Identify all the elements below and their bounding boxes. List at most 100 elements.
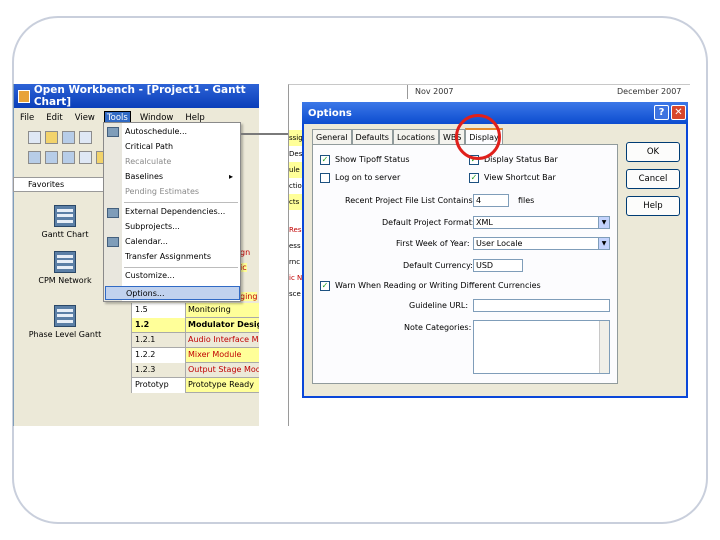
phase-gantt-icon	[54, 305, 76, 327]
tab-locations[interactable]: Locations	[392, 129, 439, 145]
task-id: 1.2	[132, 318, 186, 333]
table-row[interactable]: 1.2Modulator Design	[116, 318, 259, 333]
ok-button[interactable]: OK	[626, 142, 680, 162]
indent-icon[interactable]	[28, 151, 41, 164]
table-row[interactable]: 1.2.2 Mixer Module	[116, 348, 259, 363]
checkbox-label: Display Status Bar	[484, 155, 558, 164]
chevron-down-icon: ▼	[598, 217, 609, 228]
recent-files-unit: files	[518, 196, 535, 205]
currency-field[interactable]: USD	[473, 259, 523, 272]
first-week-select[interactable]: User Locale ▼	[473, 237, 610, 250]
unlink-icon[interactable]	[79, 151, 92, 164]
select-value: User Locale	[476, 239, 523, 248]
fragment: ction	[289, 182, 303, 190]
note-categories-label: Note Categories:	[404, 323, 472, 332]
task-id: 1.2.1	[132, 333, 186, 348]
menu-item-autoschedule[interactable]: Autoschedule...	[123, 125, 239, 139]
first-week-label: First Week of Year:	[396, 239, 470, 248]
task-name: Audio Interface Mod	[188, 335, 259, 344]
view-label: CPM Network	[38, 276, 92, 285]
fragment: ule	[289, 162, 303, 178]
table-row[interactable]: Prototyp Prototype Ready	[116, 378, 259, 393]
recent-files-label: Recent Project File List Contains:	[345, 196, 476, 205]
cancel-button[interactable]: Cancel	[626, 169, 680, 189]
cpm-network-icon	[54, 251, 76, 273]
menu-item-customize[interactable]: Customize...	[123, 269, 239, 283]
menu-separator	[124, 267, 238, 268]
checkbox-label: Warn When Reading or Writing Different C…	[335, 281, 541, 290]
task-id: 1.2.3	[132, 363, 186, 378]
task-name: Prototype Ready	[188, 380, 254, 389]
close-icon[interactable]: ✕	[671, 105, 686, 120]
table-row[interactable]: 1.2.3 Output Stage Modu	[116, 363, 259, 378]
currency-label: Default Currency:	[403, 261, 473, 270]
dependencies-icon	[107, 208, 119, 218]
window-title: Open Workbench - [Project1 - Gantt Chart…	[33, 84, 246, 108]
display-tab-panel: ✓ Show Tipoff Status ✓ Display Status Ba…	[312, 144, 618, 384]
show-tipoff-status-checkbox[interactable]: ✓	[320, 155, 330, 165]
fragment: cts	[289, 194, 303, 210]
submenu-arrow-icon: ▸	[228, 172, 233, 181]
menu-separator	[124, 202, 238, 203]
link-icon[interactable]	[62, 151, 75, 164]
checkbox-label: View Shortcut Bar	[484, 173, 556, 182]
view-shortcut-bar-checkbox[interactable]: ✓	[469, 173, 479, 183]
menu-item-critical-path[interactable]: Critical Path	[123, 140, 239, 154]
log-on-to-server-checkbox[interactable]	[320, 173, 330, 183]
print-icon[interactable]	[79, 131, 92, 144]
menu-item-options[interactable]: Options...	[105, 286, 240, 300]
warn-currencies-checkbox[interactable]: ✓	[320, 281, 330, 291]
tab-defaults[interactable]: Defaults	[351, 129, 393, 145]
fragment: ess	[289, 242, 301, 250]
autoschedule-icon	[107, 127, 119, 137]
menu-item-baselines[interactable]: Baselines ▸	[123, 170, 239, 184]
task-name: Monitoring	[188, 305, 231, 314]
window-title-bar: Open Workbench - [Project1 - Gantt Chart…	[14, 84, 259, 108]
task-id: 1.5	[132, 303, 186, 318]
recent-files-field[interactable]: 4	[473, 194, 509, 207]
fragment: ssign	[289, 130, 303, 146]
menu-item-recalculate: Recalculate	[125, 157, 172, 166]
menu-item-transfer-assignments[interactable]: Transfer Assignments	[123, 250, 239, 264]
fragment: ic N	[289, 274, 303, 282]
gantt-chart-icon	[54, 205, 76, 227]
calendar-icon	[107, 237, 119, 247]
menu-item-subprojects[interactable]: Subprojects...	[123, 220, 239, 234]
note-categories-textarea[interactable]	[473, 320, 610, 374]
task-id: Prototyp	[132, 378, 186, 393]
view-phase-level-gantt[interactable]: Phase Level Gantt	[13, 305, 117, 339]
open-icon[interactable]	[45, 131, 58, 144]
default-format-label: Default Project Format:	[382, 218, 475, 227]
task-name: Mixer Module	[188, 350, 242, 359]
tools-menu: Autoschedule... Critical Path Recalculat…	[103, 122, 241, 302]
fragment: rnc	[289, 258, 301, 266]
view-cpm-network[interactable]: CPM Network	[13, 251, 117, 285]
help-icon[interactable]: ?	[654, 105, 669, 120]
scrollbar[interactable]	[599, 321, 609, 373]
fragment: Res	[289, 226, 302, 234]
table-row[interactable]: 1.2.1Audio Interface Mod	[116, 333, 259, 348]
guideline-url-label: Guideline URL:	[409, 301, 469, 310]
table-row[interactable]: 1.5 Monitoring	[116, 303, 259, 318]
gantt-left-fragments: ssign Des ule ction cts Res ess rnc ic N…	[289, 130, 303, 302]
menu-file[interactable]: File	[18, 112, 36, 124]
chevron-down-icon: ▼	[598, 238, 609, 249]
save-icon[interactable]	[62, 131, 75, 144]
month-label: December 2007	[617, 87, 682, 96]
menu-view[interactable]: View	[73, 112, 97, 124]
menu-item-calendar[interactable]: Calendar...	[123, 235, 239, 249]
task-name: Modulator Design	[188, 320, 259, 329]
view-gantt-chart[interactable]: Gantt Chart	[13, 205, 117, 239]
menu-item-external-dependencies[interactable]: External Dependencies...	[123, 205, 239, 219]
view-label: Phase Level Gantt	[28, 330, 102, 339]
menu-edit[interactable]: Edit	[44, 112, 64, 124]
tab-general[interactable]: General	[312, 129, 352, 145]
highlight-circle	[455, 114, 501, 160]
default-format-select[interactable]: XML ▼	[473, 216, 610, 229]
menu-item-label: Baselines	[125, 172, 164, 181]
new-icon[interactable]	[28, 131, 41, 144]
guideline-url-field[interactable]	[473, 299, 610, 312]
help-button[interactable]: Help	[626, 196, 680, 216]
outdent-icon[interactable]	[45, 151, 58, 164]
task-id: 1.2.2	[132, 348, 186, 363]
